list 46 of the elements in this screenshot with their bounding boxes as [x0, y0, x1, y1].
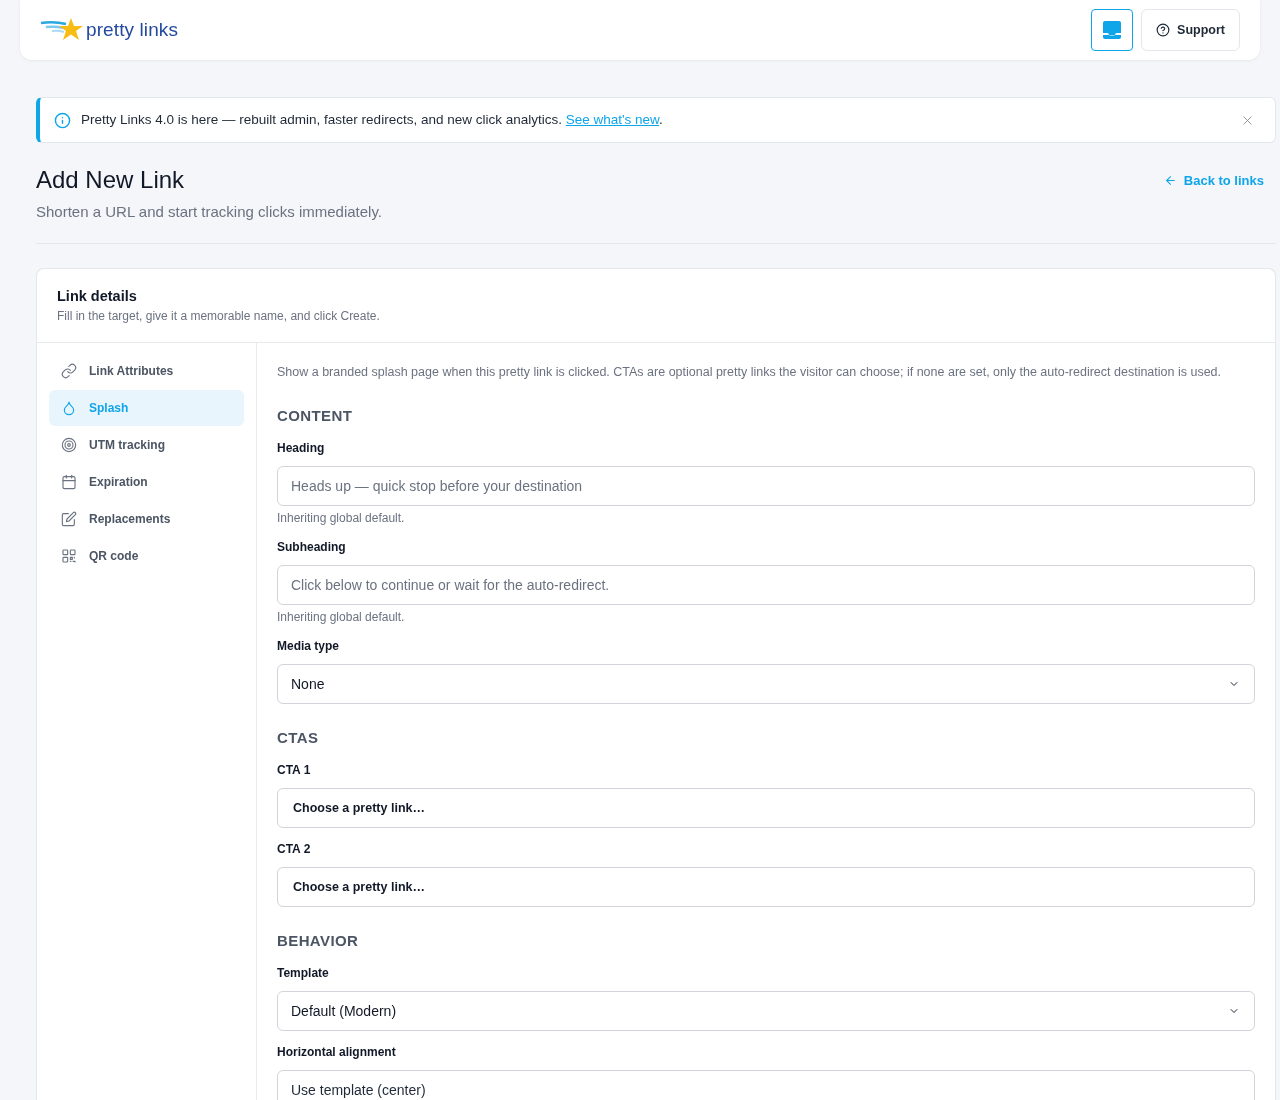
field-label: Template	[277, 965, 329, 982]
description-text: Show a branded splash page when this pretty link is clicked. CTAs are optional pretty links the visitor can choose; if none are set, only the auto-redirect destination is used.	[277, 364, 1223, 381]
select-field[interactable]: None	[277, 664, 1255, 704]
logo-text: pretty links	[86, 18, 178, 42]
link-icon	[61, 363, 77, 379]
text-input[interactable]: Click below to continue or wait for the auto-redirect.	[277, 565, 1255, 605]
qr-code-icon	[61, 548, 77, 564]
sidebar-item[interactable]: QR code	[49, 538, 244, 574]
edit-icon	[61, 511, 77, 527]
field-label: CTA 1	[277, 762, 311, 779]
sidebar-item[interactable]: Link Attributes	[49, 353, 244, 389]
section-title: BEHAVIOR	[277, 931, 359, 951]
sidebar-item[interactable]: Expiration	[49, 464, 244, 500]
page-subtitle: Shorten a URL and start tracking clicks immediately.	[36, 202, 382, 222]
card-subtitle: Fill in the target, give it a memorable name, and click Create.	[57, 308, 381, 324]
section-title: CTAS	[277, 728, 319, 748]
field-label: Horizontal alignment	[277, 1044, 396, 1061]
select-field[interactable]: Use template (center)	[277, 1070, 1255, 1100]
field-label: CTA 2	[277, 841, 311, 858]
inbox-button[interactable]	[1091, 9, 1134, 51]
page-title: Add New Link	[36, 165, 186, 195]
star-logo-icon	[40, 17, 84, 43]
field-hint: Inheriting global default.	[277, 609, 405, 625]
sidebar-item[interactable]: Replacements	[49, 501, 244, 537]
field-label: Heading	[277, 440, 325, 457]
droplet-icon	[61, 400, 77, 416]
close-icon	[1241, 114, 1253, 126]
notice-text: Pretty Links 4.0 is here — rebuilt admin, faster redirects, and new click analytics. See what's new.	[81, 110, 664, 129]
card-title: Link details	[57, 287, 138, 306]
inbox-icon	[1102, 20, 1123, 40]
info-icon	[54, 111, 71, 129]
select-field[interactable]: Default (Modern)	[277, 991, 1255, 1031]
target-icon	[61, 437, 77, 453]
support-button[interactable]: Support	[1141, 9, 1240, 51]
text-input[interactable]: Heads up — quick stop before your destination	[277, 466, 1255, 506]
field-label: Subheading	[277, 539, 346, 556]
close-button[interactable]	[1241, 114, 1253, 126]
help-icon	[1156, 23, 1171, 37]
link-picker[interactable]: Choose a pretty link…	[277, 788, 1255, 828]
field-label: Media type	[277, 638, 339, 655]
arrow-left-icon	[1163, 174, 1177, 188]
field-hint: Inheriting global default.	[277, 510, 405, 526]
calendar-icon	[61, 474, 77, 490]
sidebar-item[interactable]: UTM tracking	[49, 427, 244, 463]
link-picker[interactable]: Choose a pretty link…	[277, 867, 1255, 907]
section-title: CONTENT	[277, 406, 353, 426]
